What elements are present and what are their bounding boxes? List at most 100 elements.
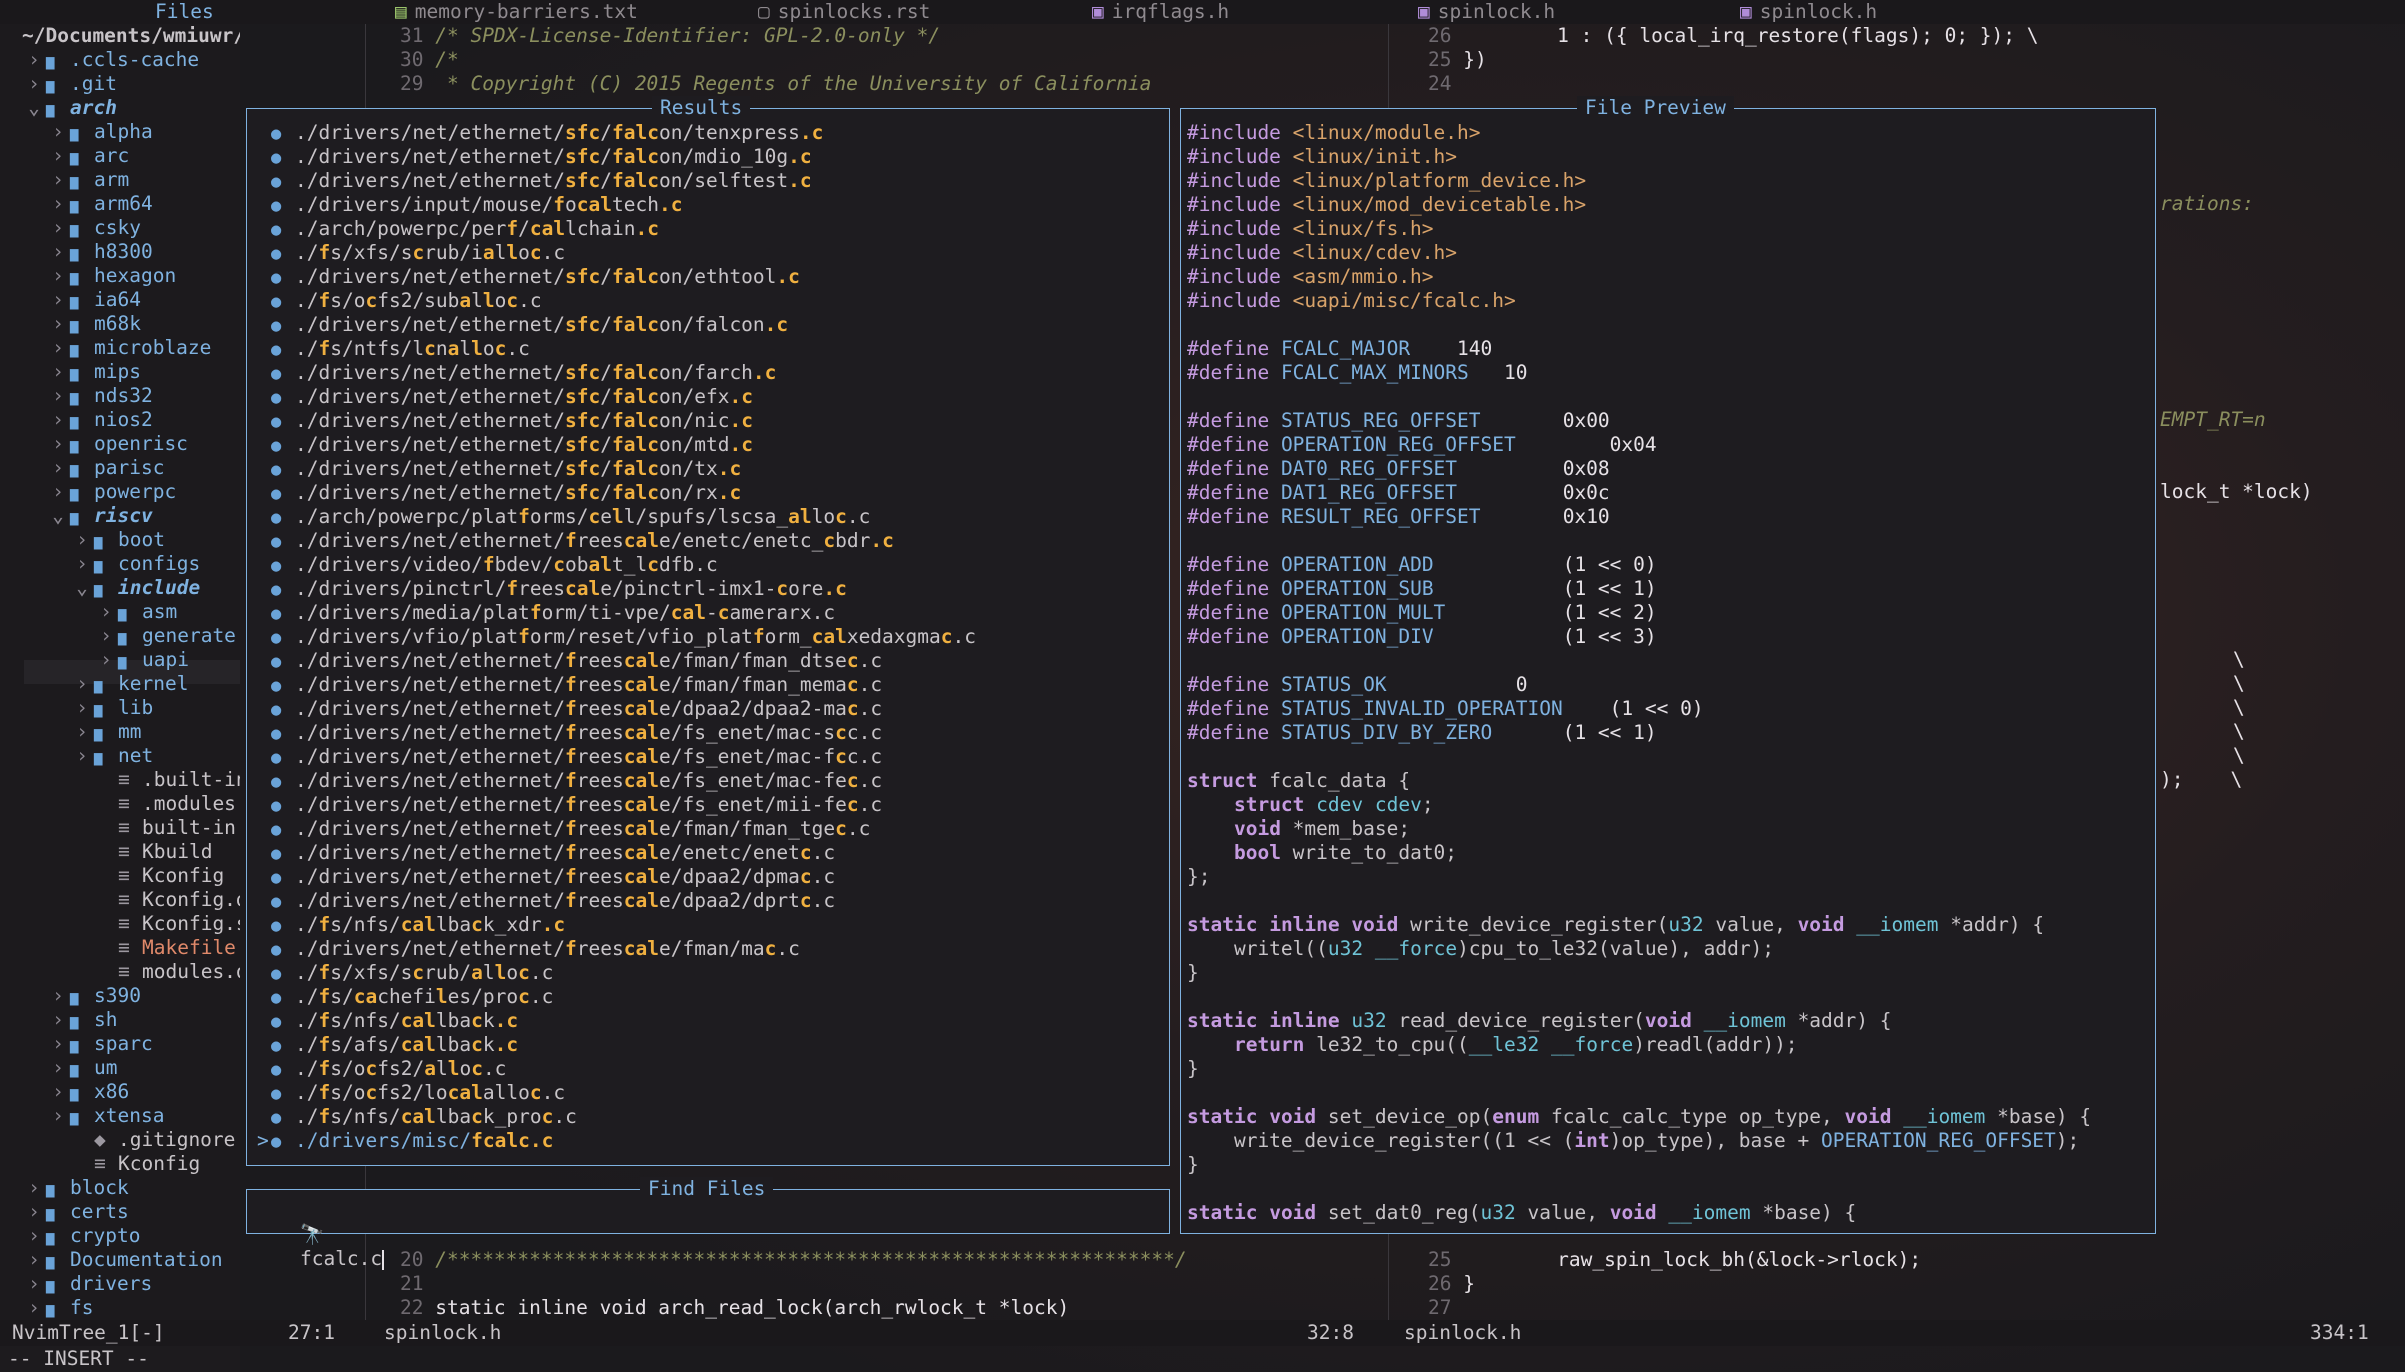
tree-item[interactable]: › ▆ .ccls-cache: [22, 48, 199, 72]
chevron-right-icon[interactable]: ›: [46, 120, 70, 144]
result-item[interactable]: ● ./arch/powerpc/perf/callchain.c: [257, 217, 659, 241]
tree-item[interactable]: › ▆ s390: [46, 984, 141, 1008]
result-item[interactable]: ● ./drivers/net/ethernet/freescale/dpaa2/…: [257, 865, 835, 889]
chevron-right-icon[interactable]: ›: [22, 48, 46, 72]
tree-item[interactable]: › ▆ alpha: [46, 120, 153, 144]
result-item[interactable]: ● ./drivers/net/ethernet/sfc/falcon/falco…: [257, 313, 788, 337]
result-item[interactable]: ● ./drivers/net/ethernet/sfc/falcon/nic.c: [257, 409, 753, 433]
tree-item[interactable]: ≡ Kbuild: [94, 840, 212, 864]
chevron-right-icon[interactable]: ›: [46, 984, 70, 1008]
chevron-right-icon[interactable]: ›: [46, 456, 70, 480]
tree-item[interactable]: › ▆ .git: [22, 72, 117, 96]
result-item[interactable]: ● ./drivers/net/ethernet/sfc/falcon/farch…: [257, 361, 776, 385]
tree-item[interactable]: ≡ .built-in.: [94, 768, 240, 792]
tab-memory-barriers[interactable]: ▤ memory-barriers.txt: [395, 0, 638, 24]
result-item[interactable]: ● ./fs/ntfs/lcnalloc.c: [257, 337, 530, 361]
chevron-down-icon[interactable]: ⌄: [46, 504, 70, 528]
result-item[interactable]: ● ./fs/nfs/callback.c: [257, 1009, 518, 1033]
tab-spinlock-left[interactable]: ▣ spinlock.h: [1418, 0, 1555, 24]
result-item[interactable]: ● ./fs/nfs/callback_xdr.c: [257, 913, 565, 937]
result-item[interactable]: ● ./fs/nfs/callback_proc.c: [257, 1105, 577, 1129]
chevron-right-icon[interactable]: ›: [46, 1080, 70, 1104]
tree-item[interactable]: › ▆ kernel: [70, 672, 188, 696]
result-item[interactable]: ● ./drivers/net/ethernet/freescale/enetc/…: [257, 529, 894, 553]
tree-item[interactable]: ≡ Kconfig.so: [94, 912, 240, 936]
tab-spinlocks-rst[interactable]: ▢ spinlocks.rst: [758, 0, 930, 24]
tree-item[interactable]: › ▆ net: [70, 744, 153, 768]
tree-item[interactable]: ⌄ ▆ include: [70, 576, 200, 600]
tree-item[interactable]: › ▆ configs: [70, 552, 200, 576]
result-item[interactable]: ● ./drivers/net/ethernet/freescale/fs_ene…: [257, 721, 882, 745]
result-item[interactable]: ● ./drivers/video/fbdev/cobalt_lcdfb.c: [257, 553, 718, 577]
tree-item[interactable]: ≡ built-in.a: [94, 816, 240, 840]
chevron-right-icon[interactable]: ›: [46, 1032, 70, 1056]
chevron-right-icon[interactable]: ›: [70, 720, 94, 744]
chevron-right-icon[interactable]: ›: [46, 432, 70, 456]
result-item[interactable]: ● ./fs/ocfs2/alloc.c: [257, 1057, 506, 1081]
tree-item[interactable]: › ▆ ia64: [46, 288, 141, 312]
result-item[interactable]: ● ./drivers/net/ethernet/freescale/fman/f…: [257, 649, 882, 673]
result-item[interactable]: ● ./drivers/net/ethernet/freescale/fs_ene…: [257, 745, 882, 769]
result-item[interactable]: ● ./drivers/media/platform/ti-vpe/cal-cam…: [257, 601, 835, 625]
chevron-right-icon[interactable]: ›: [46, 240, 70, 264]
result-item[interactable]: ● ./drivers/net/ethernet/sfc/falcon/mdio_…: [257, 145, 812, 169]
result-item[interactable]: ● ./drivers/pinctrl/freescale/pinctrl-imx…: [257, 577, 847, 601]
result-item[interactable]: ● ./drivers/net/ethernet/sfc/falcon/tx.c: [257, 457, 741, 481]
chevron-right-icon[interactable]: ›: [22, 1248, 46, 1272]
result-item[interactable]: ● ./fs/afs/callback.c: [257, 1033, 518, 1057]
result-item[interactable]: ● ./fs/xfs/scrub/ialloc.c: [257, 241, 565, 265]
result-item[interactable]: ● ./drivers/net/ethernet/freescale/fman/f…: [257, 817, 870, 841]
tree-item[interactable]: ≡ .modules.o: [94, 792, 240, 816]
chevron-right-icon[interactable]: ›: [94, 624, 118, 648]
result-item[interactable]: ● ./fs/cachefiles/proc.c: [257, 985, 553, 1009]
chevron-right-icon[interactable]: ›: [94, 600, 118, 624]
chevron-down-icon[interactable]: ⌄: [22, 96, 46, 120]
chevron-right-icon[interactable]: ›: [70, 528, 94, 552]
tree-item[interactable]: › ▆ h8300: [46, 240, 153, 264]
tree-item[interactable]: › ▆ microblaze: [46, 336, 211, 360]
tree-item[interactable]: › ▆ arc: [46, 144, 129, 168]
tree-item[interactable]: › ▆ parisc: [46, 456, 164, 480]
result-item[interactable]: ● ./fs/ocfs2/localalloc.c: [257, 1081, 565, 1105]
results-panel[interactable]: Results ● ./drivers/net/ethernet/sfc/falc…: [246, 96, 1170, 1166]
result-item-selected[interactable]: > ● ./drivers/misc/fcalc.c: [257, 1129, 553, 1153]
tree-item[interactable]: › ▆ lib: [70, 696, 153, 720]
chevron-right-icon[interactable]: ›: [46, 312, 70, 336]
chevron-down-icon[interactable]: ⌄: [70, 576, 94, 600]
chevron-right-icon[interactable]: ›: [46, 1008, 70, 1032]
tree-item[interactable]: ≡ Makefile: [94, 936, 236, 960]
tree-item[interactable]: › ▆ powerpc: [46, 480, 176, 504]
tree-item[interactable]: › ▆ drivers: [22, 1272, 152, 1296]
find-files-prompt[interactable]: Find Files 🔭 fcalc.c: [246, 1177, 1170, 1270]
tree-item[interactable]: › ▆ x86: [46, 1080, 129, 1104]
tree-item[interactable]: › ▆ openrisc: [46, 432, 188, 456]
tree-item[interactable]: › ▆ um: [46, 1056, 117, 1080]
file-tree[interactable]: ~/Documents/wmiuwr/semestr-6 ›▆.ccls-cac…: [0, 24, 240, 1324]
result-item[interactable]: ● ./drivers/net/ethernet/sfc/falcon/selft…: [257, 169, 812, 193]
chevron-right-icon[interactable]: ›: [70, 696, 94, 720]
tree-item[interactable]: › ▆ xtensa: [46, 1104, 164, 1128]
tab-spinlock-right[interactable]: ▣ spinlock.h: [1740, 0, 1877, 24]
chevron-right-icon[interactable]: ›: [46, 192, 70, 216]
tree-item[interactable]: ≡ Kconfig.de: [94, 888, 240, 912]
tree-item[interactable]: › ▆ fs: [22, 1296, 93, 1320]
tree-item[interactable]: › ▆ boot: [70, 528, 165, 552]
chevron-right-icon[interactable]: ›: [46, 264, 70, 288]
chevron-right-icon[interactable]: ›: [94, 648, 118, 672]
chevron-right-icon[interactable]: ›: [22, 1200, 46, 1224]
result-item[interactable]: ● ./drivers/net/ethernet/sfc/falcon/mtd.c: [257, 433, 753, 457]
chevron-right-icon[interactable]: ›: [46, 144, 70, 168]
chevron-right-icon[interactable]: ›: [22, 1296, 46, 1320]
chevron-right-icon[interactable]: ›: [70, 552, 94, 576]
result-item[interactable]: ● ./drivers/net/ethernet/sfc/falcon/ethto…: [257, 265, 800, 289]
result-item[interactable]: ● ./drivers/net/ethernet/freescale/fman/f…: [257, 673, 882, 697]
tree-item[interactable]: › ▆ nds32: [46, 384, 153, 408]
chevron-right-icon[interactable]: ›: [22, 72, 46, 96]
chevron-right-icon[interactable]: ›: [46, 480, 70, 504]
tree-item[interactable]: › ▆ nios2: [46, 408, 153, 432]
tab-irqflags[interactable]: ▣ irqflags.h: [1092, 0, 1229, 24]
tree-item[interactable]: ≡ Kconfig: [94, 864, 224, 888]
chevron-right-icon[interactable]: ›: [46, 288, 70, 312]
chevron-right-icon[interactable]: ›: [46, 360, 70, 384]
chevron-right-icon[interactable]: ›: [46, 336, 70, 360]
